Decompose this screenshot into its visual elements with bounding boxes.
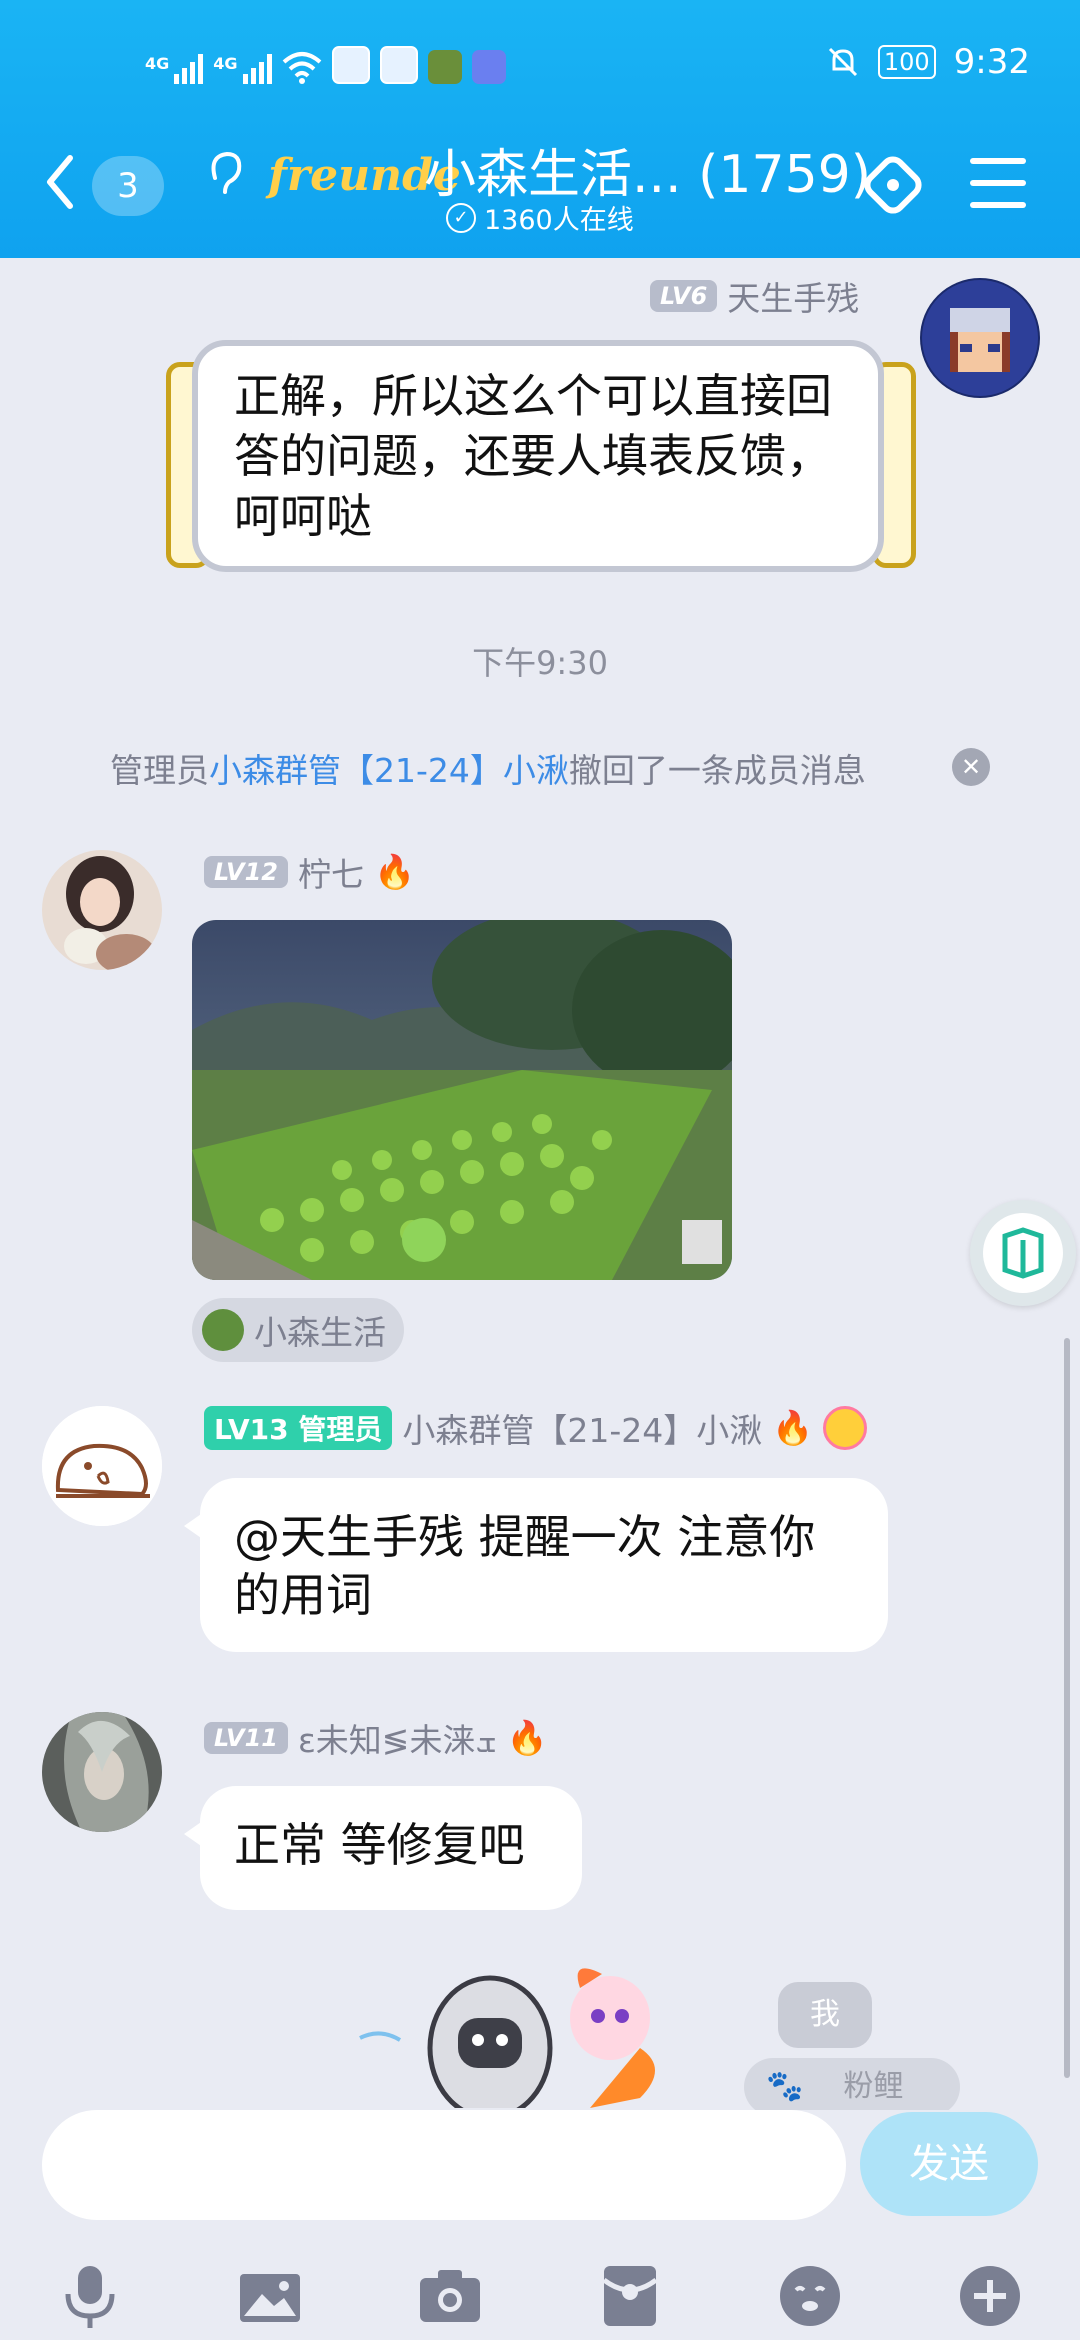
signal-icon-1: 4G [145,54,204,84]
sender-row-top: LV6 天生手残 [650,272,859,320]
message-input[interactable] [42,2110,846,2220]
recall-notice: 管理员小森群管【21-24】小湫撤回了一条成员消息 [110,751,866,790]
chat-scrollbar[interactable] [1064,1338,1070,2078]
sender-name[interactable]: ɛ未知≶未涞ܫ [298,1714,497,1762]
time-separator: 下午9:30 [472,644,608,682]
message-bubble-msg3[interactable]: 正常 等修复吧 [184,1786,582,1910]
status-bar: 4G 4G 100 9:32 [0,36,1080,96]
menu-icon[interactable] [970,158,1026,208]
share-link-icon[interactable] [858,150,928,220]
avatar-admin[interactable] [42,1406,162,1526]
fenli-chip[interactable]: 🐾 粉鲤 [744,2058,960,2116]
fire-icon: 🔥 [373,852,416,891]
plus-icon[interactable] [954,2260,1026,2332]
message-bubble-admin[interactable]: @天生手残 提醒一次 注意你的用词 [184,1478,888,1652]
sender-name[interactable]: 天生手残 [727,272,859,320]
sender-row-ningqi: LV12 柠七 🔥 [204,848,415,896]
red-packet-icon[interactable] [594,2260,666,2332]
back-arrow-icon[interactable] [44,152,74,212]
avatar-ningqi[interactable] [42,850,162,970]
me-chip[interactable]: 我 [778,1982,872,2048]
battery-indicator: 100 [877,45,936,79]
level-admin-badge: LV13 管理员 [204,1406,393,1450]
nav-bar: 3 freunde 小森生活... (1759) ✓ 1360人在线 [0,130,1080,240]
sender-row-msg3: LV11 ɛ未知≶未涞ܫ 🔥 [204,1714,548,1762]
avatar-top[interactable] [920,278,1040,398]
ear-icon[interactable] [205,148,245,198]
app-notification-icon-3 [427,50,462,84]
unread-count-badge[interactable]: 3 [92,156,164,216]
app-notification-icon-2 [379,46,418,84]
sender-name[interactable]: 小森群管【21-24】小湫 [402,1404,762,1452]
sender-row-admin: LV13 管理员 小森群管【21-24】小湫 🔥 [204,1404,868,1452]
sender-name[interactable]: 柠七 [298,848,364,896]
avatar-msg3[interactable] [42,1712,162,1832]
source-tag[interactable]: 小森生活 [192,1298,404,1362]
signal-icon-2: 4G [213,54,272,84]
level-badge: LV11 [204,1722,288,1754]
shared-photo[interactable] [192,920,732,1280]
message-bubble-top[interactable]: 正解，所以这么个可以直接回答的问题，还要人填表反馈，呵呵哒 [192,340,884,572]
chat-message-list[interactable]: LV6 天生手残 正解，所以这么个可以直接回答的问题，还要人填表反馈，呵呵哒 下… [0,258,1080,2121]
source-avatar-icon [202,1309,244,1351]
music-app-icon [471,50,506,84]
chat-header: 4G 4G 100 9:32 3 freunde 小森生活... (1759) … [0,0,1080,258]
group-title[interactable]: 小森生活... (1759) [424,132,871,207]
image-icon[interactable] [234,2260,306,2332]
status-time: 9:32 [953,42,1030,82]
app-notification-icon-1 [331,46,370,84]
input-toolbar [0,2246,1080,2340]
smile-badge-icon [823,1406,868,1450]
camera-icon[interactable] [414,2260,486,2332]
online-count: ✓ 1360人在线 [446,198,634,237]
level-badge: LV12 [204,856,288,888]
microphone-icon[interactable] [54,2260,126,2332]
mascot-stickers[interactable] [340,1958,740,2121]
wifi-icon [282,52,321,84]
fire-icon: 🔥 [506,1718,548,1757]
level-badge: LV6 [650,280,718,312]
send-button[interactable]: 发送 [860,2112,1038,2216]
paw-icon: 🐾 [766,2069,804,2104]
check-circle-icon: ✓ [446,202,476,233]
admin-name-link[interactable]: 小森群管【21-24】小湫 [209,751,569,790]
floating-cube-button[interactable] [970,1200,1076,1306]
input-area: 发送 [0,2110,1080,2340]
fire-icon: 🔥 [772,1408,814,1447]
emoji-icon[interactable] [774,2260,846,2332]
mute-bell-icon [828,47,857,77]
close-icon[interactable]: ✕ [952,748,990,786]
